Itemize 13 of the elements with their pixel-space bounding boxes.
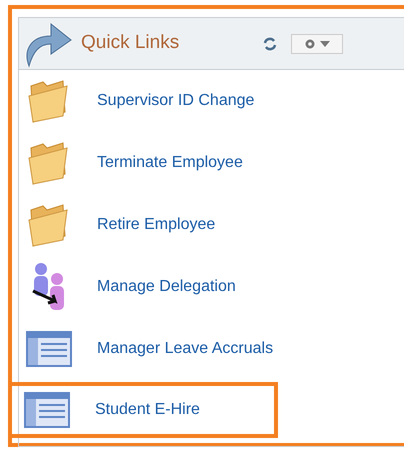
panel-title: Quick Links [81, 31, 180, 56]
link[interactable]: Student E-Hire [95, 398, 200, 422]
settings-icon [304, 38, 316, 50]
link[interactable]: Supervisor ID Change [97, 89, 254, 113]
link[interactable]: Manage Delegation [97, 275, 236, 299]
link[interactable]: Manager Leave Accruals [97, 337, 274, 361]
window-icon [24, 392, 70, 428]
window-icon [26, 331, 72, 367]
link[interactable]: Terminate Employee [97, 151, 243, 175]
caret-icon [320, 40, 330, 46]
link[interactable]: Retire Employee [97, 213, 216, 237]
refresh-icon [263, 36, 278, 50]
settings-button[interactable] [291, 34, 344, 54]
